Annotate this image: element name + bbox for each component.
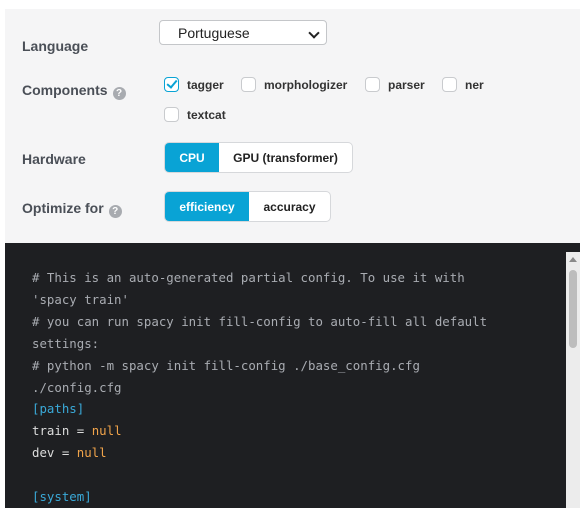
code-value: null (76, 445, 107, 461)
component-checkbox-tagger[interactable]: tagger (164, 77, 224, 92)
code-section: [system] (32, 489, 92, 505)
language-select-value: Portuguese (178, 25, 250, 41)
code-section: [paths] (32, 401, 85, 417)
checkbox-icon[interactable] (365, 77, 380, 92)
help-icon[interactable]: ? (112, 87, 126, 100)
code-value: null (91, 423, 122, 439)
checkbox-icon[interactable] (164, 107, 179, 122)
checkbox-label: parser (388, 77, 425, 92)
optimize-label: Optimize for? (22, 200, 122, 218)
component-checkbox-morphologizer[interactable]: morphologizer (241, 77, 347, 92)
hardware-option-cpu[interactable]: CPU (165, 143, 219, 172)
help-icon[interactable]: ? (108, 205, 122, 218)
code-line: settings: (32, 335, 100, 351)
checkbox-label: textcat (187, 107, 226, 122)
code-line: # This is an auto-generated partial conf… (32, 270, 465, 285)
checkbox-icon[interactable] (442, 77, 457, 92)
code-line: 'spacy train' (32, 291, 129, 307)
scroll-up-arrow-icon[interactable] (569, 257, 577, 262)
checkbox-label: ner (465, 77, 484, 92)
code-key: train = (32, 423, 92, 439)
optimize-option-efficiency[interactable]: efficiency (165, 192, 249, 221)
hardware-label: Hardware (22, 151, 86, 167)
optimize-label-text: Optimize for (22, 200, 104, 216)
language-label: Language (22, 38, 89, 54)
language-select[interactable]: Portuguese (159, 20, 327, 45)
code-line: # python -m spacy init fill-config ./bas… (32, 357, 420, 373)
checkbox-label: tagger (187, 77, 224, 92)
optimize-toggle: efficiency accuracy (164, 191, 331, 222)
code-line: # you can run spacy init fill-config to … (32, 313, 488, 329)
hardware-option-gpu[interactable]: GPU (transformer) (219, 143, 352, 172)
components-label-text: Components (22, 82, 108, 98)
component-checkbox-parser[interactable]: parser (365, 77, 425, 92)
code-content: # This is an auto-generated partial conf… (32, 267, 487, 508)
component-checkbox-ner[interactable]: ner (442, 77, 484, 92)
scrollbar-thumb[interactable] (569, 270, 577, 348)
code-line: ./config.cfg (32, 379, 122, 395)
chevron-down-icon (308, 27, 320, 39)
code-scrollbar[interactable] (566, 252, 580, 508)
component-checkbox-textcat[interactable]: textcat (164, 107, 226, 122)
hardware-toggle: CPU GPU (transformer) (164, 142, 353, 173)
checkbox-checked-icon[interactable] (164, 77, 179, 92)
optimize-option-accuracy[interactable]: accuracy (249, 192, 330, 221)
checkbox-label: morphologizer (264, 77, 348, 92)
code-key: dev = (32, 445, 77, 461)
checkbox-icon[interactable] (241, 77, 256, 92)
components-label: Components? (22, 82, 126, 100)
config-code-block[interactable]: # This is an auto-generated partial conf… (5, 243, 580, 508)
